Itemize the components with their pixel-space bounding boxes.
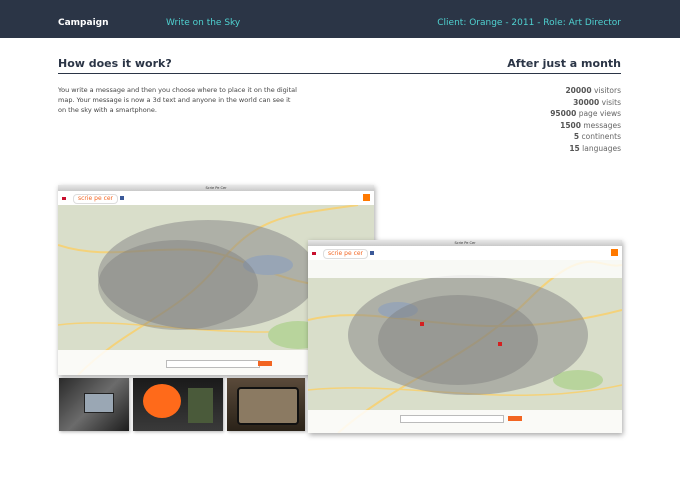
project-title[interactable]: Write on the Sky <box>166 18 240 28</box>
stat-row: 20000 visitors <box>550 85 621 97</box>
facebook-icon <box>120 196 124 200</box>
orange-logo-icon <box>363 194 370 201</box>
stat-row: 30000 visits <box>550 97 621 109</box>
photo-hands-tablet <box>59 378 129 431</box>
section-divider <box>58 73 621 74</box>
stat-label: visitors <box>593 86 621 95</box>
stat-label: page views <box>578 109 621 118</box>
client-info: Client: Orange - 2011 - Role: Art Direct… <box>437 18 621 28</box>
stat-value: 5 <box>573 132 580 141</box>
stat-label: languages <box>582 143 621 153</box>
submit-button[interactable] <box>508 416 522 421</box>
stat-label: visits <box>601 97 621 107</box>
how-it-works-description: You write a message and then you choose … <box>58 86 297 114</box>
flag-icon <box>62 197 66 200</box>
site-header: scrie pe cer <box>308 246 622 260</box>
site-header: scrie pe cer <box>58 191 374 205</box>
stat-row: 5 continents <box>550 131 621 143</box>
facebook-icon <box>370 251 374 255</box>
map-screenshot-2: Scrie Pe Cer scrie pe cer <box>308 240 622 433</box>
stat-label: messages <box>583 120 621 130</box>
results-stats: 20000 visitors 30000 visits 95000 page v… <box>550 85 621 154</box>
stat-value: 30000 <box>573 97 600 107</box>
message-input[interactable] <box>400 415 504 423</box>
results-heading: After just a month <box>507 57 621 70</box>
city-map <box>308 260 622 433</box>
flag-icon <box>312 252 316 255</box>
stat-value: 20000 <box>565 86 592 95</box>
how-it-works-heading: How does it work? <box>58 57 172 70</box>
photo-orange-splash <box>133 378 223 431</box>
stat-value: 95000 <box>550 109 577 118</box>
photo-smartphone-street <box>227 378 305 431</box>
submit-button[interactable] <box>258 361 272 366</box>
campaign-label: Campaign <box>58 18 109 28</box>
top-bar: Campaign Write on the Sky Client: Orange… <box>0 0 680 38</box>
site-logo: scrie pe cer <box>323 249 369 259</box>
stat-row: 95000 page views <box>550 108 621 120</box>
stat-label: continents <box>581 132 621 141</box>
orange-logo-icon <box>611 249 618 256</box>
stat-value: 1500 <box>560 120 581 130</box>
message-input[interactable] <box>166 360 260 368</box>
site-logo: scrie pe cer <box>73 194 119 204</box>
stat-row: 15 languages <box>550 143 621 155</box>
stat-row: 1500 messages <box>550 120 621 132</box>
stat-value: 15 <box>569 143 580 153</box>
